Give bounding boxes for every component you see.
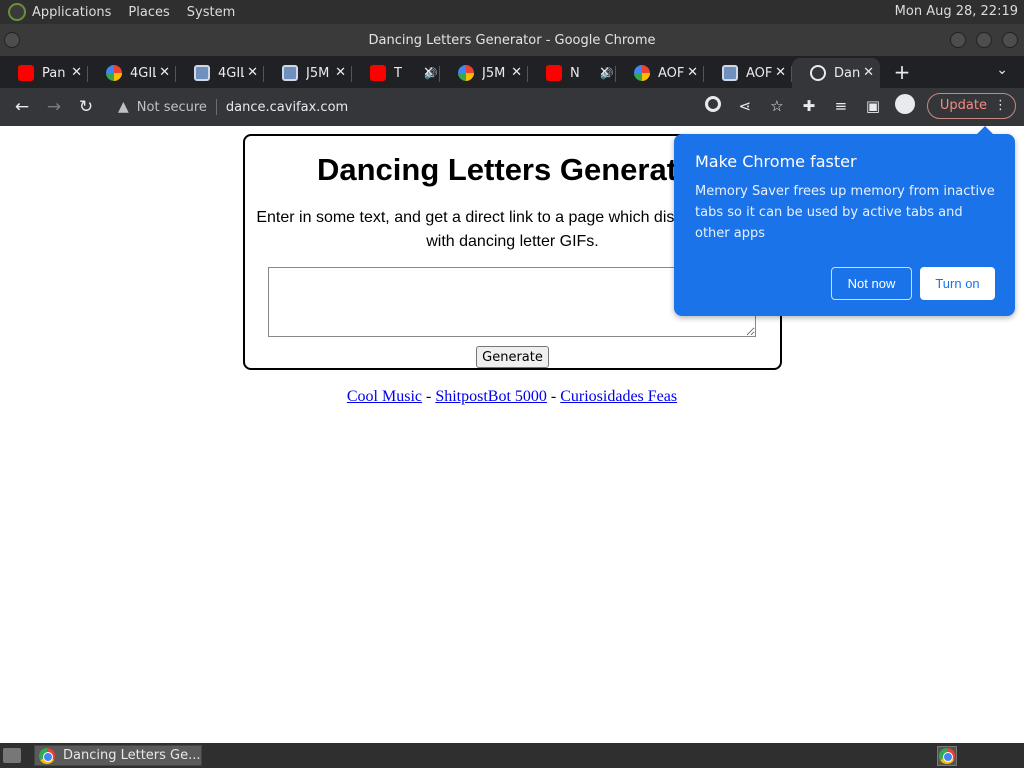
tab-4[interactable]: T 🔊 ✕ [352, 58, 440, 88]
distro-logo-icon[interactable] [8, 3, 26, 21]
image-icon [282, 65, 298, 81]
youtube-icon [18, 65, 34, 81]
new-tab-button[interactable]: + [890, 60, 914, 84]
pinwheel-icon [458, 65, 474, 81]
popup-title: Make Chrome faster [695, 152, 857, 171]
youtube-icon [546, 65, 562, 81]
tab-2[interactable]: 4GIL ✕ [176, 58, 264, 88]
turn-on-button[interactable]: Turn on [920, 267, 995, 300]
close-tab-icon[interactable]: ✕ [599, 65, 610, 80]
address-bar[interactable]: ▲ Not secure dance.cavifax.com [108, 93, 728, 121]
tab-title: Dan [834, 65, 860, 81]
toolbar-actions: ⋖ ☆ ✚ ≡ ▣ Update ⋮ [697, 93, 1016, 119]
reload-icon[interactable]: ↻ [70, 97, 102, 117]
google-lens-icon[interactable] [697, 96, 729, 116]
tab-9[interactable]: Dan ✕ [792, 58, 880, 88]
close-tab-icon[interactable]: ✕ [335, 65, 346, 80]
shitpostbot-link[interactable]: ShitpostBot 5000 [435, 388, 547, 405]
close-tab-icon[interactable]: ✕ [511, 65, 522, 80]
cool-music-link[interactable]: Cool Music [347, 388, 422, 405]
system-menu[interactable]: System [187, 5, 235, 20]
tab-8[interactable]: AOF ✕ [704, 58, 792, 88]
warning-triangle-icon[interactable]: ▲ [118, 99, 129, 115]
tab-title: AOF [746, 65, 772, 81]
places-menu[interactable]: Places [128, 5, 169, 20]
tab-title: N [570, 65, 580, 81]
tray-chrome-icon[interactable] [937, 746, 957, 766]
close-tab-icon[interactable]: ✕ [159, 65, 170, 80]
tab-1[interactable]: 4GIL ✕ [88, 58, 176, 88]
close-tab-icon[interactable]: ✕ [423, 65, 434, 80]
media-control-icon[interactable]: ≡ [825, 97, 857, 115]
taskbar-window-button[interactable]: Dancing Letters Ge... [34, 745, 202, 766]
minimize-icon[interactable] [950, 32, 966, 48]
generate-button[interactable]: Generate [476, 346, 549, 368]
memory-saver-popup: Make Chrome faster Memory Saver frees up… [674, 126, 1015, 316]
extensions-puzzle-icon[interactable]: ✚ [793, 97, 825, 115]
applications-menu[interactable]: Applications [32, 5, 111, 20]
pinwheel-icon [106, 65, 122, 81]
profile-avatar-icon[interactable] [889, 94, 921, 118]
system-top-panel: Applications Places System Mon Aug 28, 2… [0, 0, 1024, 24]
bottom-taskbar: Dancing Letters Ge... [0, 743, 1024, 768]
tab-strip: Pan ✕ 4GIL ✕ 4GIL ✕ J5M ✕ T 🔊 ✕ J5M ✕ N 🔊 ✕ AOF ✕ AOF ✕ Dan ✕… [0, 56, 1024, 88]
browser-toolbar: ← → ↻ ▲ Not secure dance.cavifax.com ⋖ ☆… [0, 88, 1024, 126]
image-icon [722, 65, 738, 81]
clock[interactable]: Mon Aug 28, 22:19 [895, 4, 1018, 19]
side-panel-icon[interactable]: ▣ [857, 97, 889, 115]
tab-title: Pan [42, 65, 66, 81]
curiosidades-feas-link[interactable]: Curiosidades Feas [560, 388, 677, 405]
tab-search-chevron-down-icon[interactable]: ⌄ [996, 62, 1008, 78]
tab-title: T [394, 65, 402, 81]
tab-7[interactable]: AOF ✕ [616, 58, 704, 88]
show-desktop-icon[interactable] [3, 748, 21, 763]
forward-arrow-icon[interactable]: → [38, 97, 70, 117]
tab-title: 4GIL [218, 65, 244, 81]
youtube-icon [370, 65, 386, 81]
url-text[interactable]: dance.cavifax.com [226, 100, 348, 115]
close-tab-icon[interactable]: ✕ [775, 65, 786, 80]
back-arrow-icon[interactable]: ← [6, 97, 38, 117]
chrome-icon [39, 747, 55, 764]
taskbar-window-label: Dancing Letters Ge... [63, 748, 201, 763]
security-label[interactable]: Not secure [137, 100, 207, 115]
close-tab-icon[interactable]: ✕ [247, 65, 258, 80]
footer-links: Cool Music - ShitpostBot 5000 - Curiosid… [0, 388, 1024, 406]
divider [215, 99, 217, 115]
close-window-icon[interactable] [1002, 32, 1018, 48]
popup-body: Memory Saver frees up memory from inacti… [695, 184, 995, 241]
tab-6[interactable]: N 🔊 ✕ [528, 58, 616, 88]
tab-3[interactable]: J5M ✕ [264, 58, 352, 88]
window-title: Dancing Letters Generator - Google Chrom… [368, 32, 656, 48]
tab-0[interactable]: Pan ✕ [0, 58, 88, 88]
close-tab-icon[interactable]: ✕ [71, 65, 82, 80]
close-tab-icon[interactable]: ✕ [687, 65, 698, 80]
link-separator: - [550, 388, 557, 405]
tab-5[interactable]: J5M ✕ [440, 58, 528, 88]
update-label: Update [939, 98, 987, 113]
tab-title: J5M [482, 65, 506, 81]
kebab-menu-icon[interactable]: ⋮ [994, 94, 1007, 118]
bookmark-star-icon[interactable]: ☆ [761, 97, 793, 115]
share-icon[interactable]: ⋖ [729, 97, 761, 115]
tab-title: AOF [658, 65, 684, 81]
link-separator: - [426, 388, 432, 405]
window-titlebar[interactable]: Dancing Letters Generator - Google Chrom… [0, 24, 1024, 56]
image-icon [194, 65, 210, 81]
close-tab-icon[interactable]: ✕ [863, 65, 874, 80]
window-menu-icon[interactable] [4, 32, 20, 48]
maximize-icon[interactable] [976, 32, 992, 48]
pinwheel-icon [634, 65, 650, 81]
tab-title: J5M [306, 65, 330, 81]
tab-title: 4GIL [130, 65, 156, 81]
not-now-button[interactable]: Not now [831, 267, 912, 300]
update-button[interactable]: Update ⋮ [926, 93, 1016, 119]
globe-icon [810, 65, 826, 81]
